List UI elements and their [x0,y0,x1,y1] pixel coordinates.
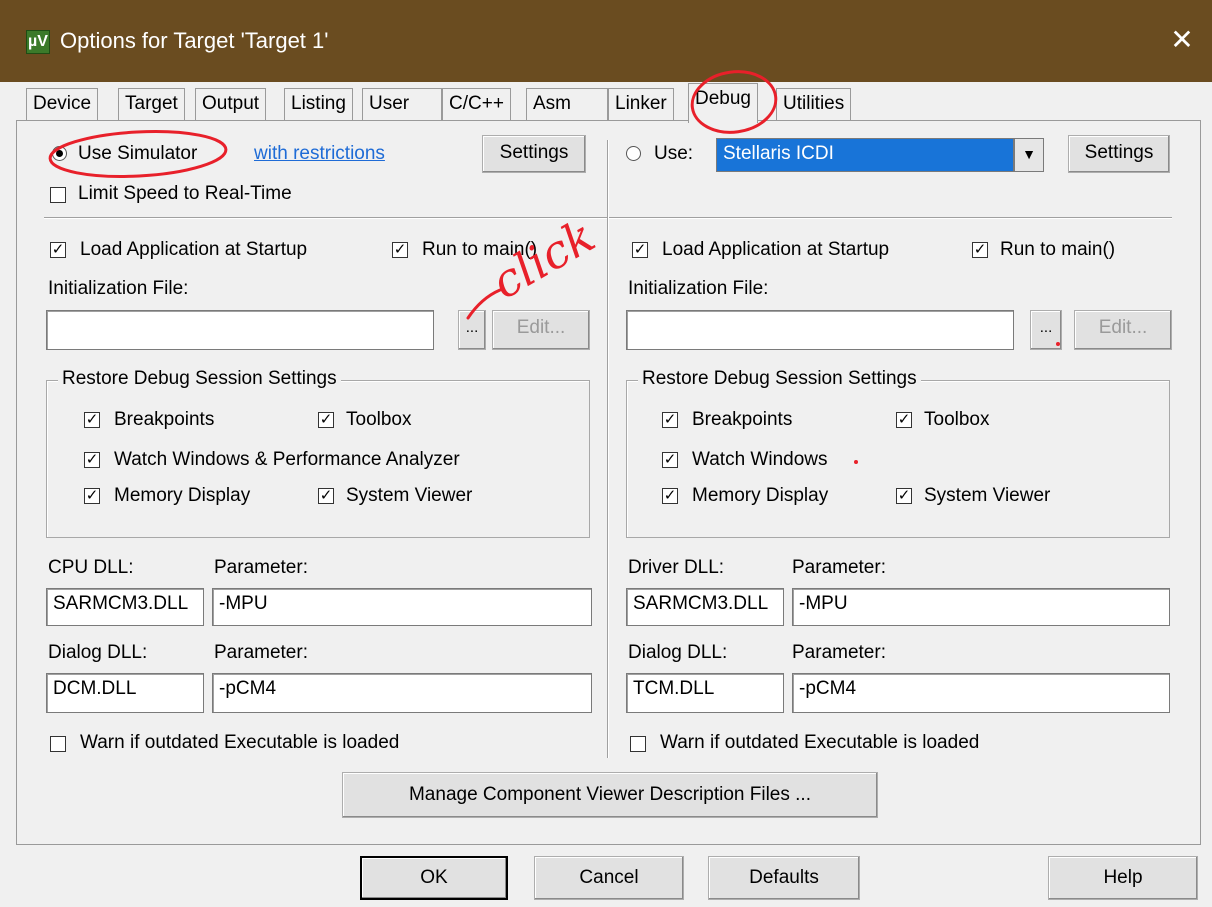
tab-utilities[interactable]: Utilities [776,88,852,122]
tab-device[interactable]: Device [26,88,99,122]
left-dialog-param-label: Parameter: [214,642,308,663]
tab-linker[interactable]: Linker [608,88,674,122]
left-init-file-label: Initialization File: [48,278,189,299]
driver-dll-label: Driver DLL: [628,557,725,578]
right-browse-button[interactable]: ... [1030,310,1062,350]
right-run-to-main-checkbox[interactable]: ✓ [972,242,988,258]
left-breakpoints-label: Breakpoints [114,409,215,430]
tab-output[interactable]: Output [195,88,267,122]
left-browse-button[interactable]: ... [458,310,486,350]
left-load-app-label: Load Application at Startup [80,239,308,260]
driver-dll-input[interactable]: SARMCM3.DLL [626,588,784,626]
right-init-file-label: Initialization File: [628,278,769,299]
right-dialog-dll-label: Dialog DLL: [628,642,728,663]
left-system-viewer-label: System Viewer [346,485,473,506]
left-watch-windows-checkbox[interactable]: ✓ [84,452,100,468]
use-simulator-radio[interactable] [52,146,67,161]
right-settings-button[interactable]: Settings [1068,135,1170,173]
tab-debug[interactable]: Debug [688,83,758,123]
right-run-to-main-label: Run to main() [1000,239,1116,260]
tab-target[interactable]: Target [118,88,185,122]
cpu-param-label: Parameter: [214,557,308,578]
cpu-dll-input[interactable]: SARMCM3.DLL [46,588,204,626]
right-watch-windows-checkbox[interactable]: ✓ [662,452,678,468]
left-warn-outdated-checkbox[interactable] [50,736,66,752]
left-dialog-param-input[interactable]: -pCM4 [212,673,592,713]
right-warn-outdated-label: Warn if outdated Executable is loaded [660,732,980,753]
use-driver-radio[interactable] [626,146,641,161]
left-memory-display-label: Memory Display [114,485,251,506]
driver-param-input[interactable]: -MPU [792,588,1170,626]
left-settings-button[interactable]: Settings [482,135,586,173]
limit-speed-label: Limit Speed to Real-Time [78,183,292,204]
tab-asm[interactable]: Asm [526,88,608,122]
ok-button[interactable]: OK [360,856,508,900]
use-driver-label: Use: [654,143,694,164]
left-breakpoints-checkbox[interactable]: ✓ [84,412,100,428]
left-toolbox-label: Toolbox [346,409,412,430]
driver-param-label: Parameter: [792,557,886,578]
right-toolbox-checkbox[interactable]: ✓ [896,412,912,428]
tab-listing[interactable]: Listing [284,88,353,122]
use-simulator-label: Use Simulator [78,143,198,164]
right-breakpoints-label: Breakpoints [692,409,793,430]
left-run-to-main-label: Run to main() [422,239,538,260]
chevron-down-icon[interactable]: ▼ [1014,138,1044,172]
left-toolbox-checkbox[interactable]: ✓ [318,412,334,428]
right-watch-windows-label: Watch Windows [692,449,828,470]
vertical-separator [607,140,609,758]
close-button[interactable]: ✕ [1160,20,1204,60]
tab-user[interactable]: User [362,88,442,122]
left-edit-button[interactable]: Edit... [492,310,590,350]
left-memory-display-checkbox[interactable]: ✓ [84,488,100,504]
left-warn-outdated-label: Warn if outdated Executable is loaded [80,732,400,753]
cancel-button[interactable]: Cancel [534,856,684,900]
left-run-to-main-checkbox[interactable]: ✓ [392,242,408,258]
right-system-viewer-label: System Viewer [924,485,1051,506]
right-warn-outdated-checkbox[interactable] [630,736,646,752]
right-dialog-param-label: Parameter: [792,642,886,663]
right-breakpoints-checkbox[interactable]: ✓ [662,412,678,428]
right-memory-display-label: Memory Display [692,485,829,506]
with-restrictions-link[interactable]: with restrictions [254,143,385,165]
right-restore-group-title: Restore Debug Session Settings [638,368,921,390]
right-dialog-param-input[interactable]: -pCM4 [792,673,1170,713]
left-load-app-checkbox[interactable]: ✓ [50,242,66,258]
right-init-file-input[interactable] [626,310,1014,350]
manage-component-viewer-button[interactable]: Manage Component Viewer Description File… [342,772,878,818]
driver-select[interactable]: Stellaris ICDI [716,138,1014,172]
left-dialog-dll-label: Dialog DLL: [48,642,148,663]
left-restore-group-title: Restore Debug Session Settings [58,368,341,390]
right-system-viewer-checkbox[interactable]: ✓ [896,488,912,504]
right-memory-display-checkbox[interactable]: ✓ [662,488,678,504]
limit-speed-checkbox[interactable] [50,187,66,203]
defaults-button[interactable]: Defaults [708,856,860,900]
right-toolbox-label: Toolbox [924,409,990,430]
window-title: Options for Target 'Target 1' [60,28,329,53]
left-watch-windows-label: Watch Windows & Performance Analyzer [114,449,460,470]
left-init-file-input[interactable] [46,310,434,350]
right-load-app-checkbox[interactable]: ✓ [632,242,648,258]
right-dialog-dll-input[interactable]: TCM.DLL [626,673,784,713]
right-edit-button[interactable]: Edit... [1074,310,1172,350]
app-icon: µV [26,30,50,54]
left-dialog-dll-input[interactable]: DCM.DLL [46,673,204,713]
help-button[interactable]: Help [1048,856,1198,900]
cpu-param-input[interactable]: -MPU [212,588,592,626]
right-load-app-label: Load Application at Startup [662,239,890,260]
cpu-dll-label: CPU DLL: [48,557,134,578]
left-system-viewer-checkbox[interactable]: ✓ [318,488,334,504]
tab-cpp[interactable]: C/C++ [442,88,511,122]
